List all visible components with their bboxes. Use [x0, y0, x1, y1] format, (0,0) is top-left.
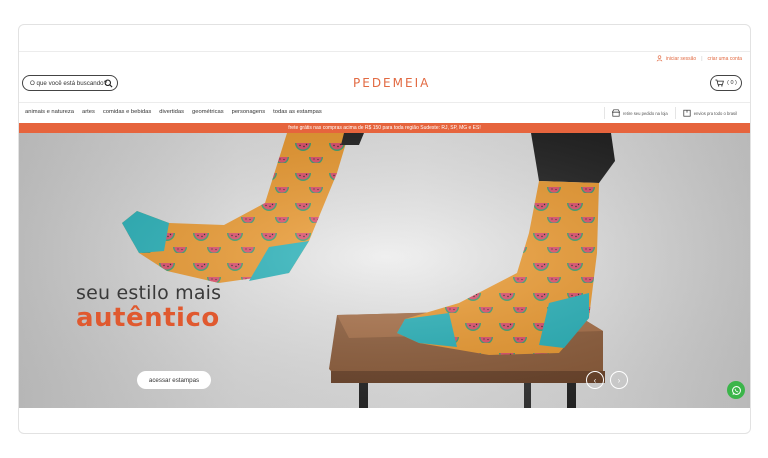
- cart-count: ( 0 ): [727, 80, 737, 86]
- nav-item-todas[interactable]: todas as estampas: [273, 109, 322, 115]
- store-pickup-label: retire seu pedido na loja: [623, 110, 668, 116]
- hero-headline-line2: autêntico: [76, 303, 220, 333]
- search-input[interactable]: O que você está buscando?: [22, 75, 118, 91]
- chevron-left-icon: ‹: [593, 375, 597, 385]
- nav-item-personagens[interactable]: personagens: [232, 109, 266, 115]
- login-link[interactable]: iniciar sessão: [666, 56, 696, 62]
- hero-headline-line1: seu estilo mais: [76, 282, 222, 304]
- nav-item-comidas[interactable]: comidas e bebidas: [103, 109, 151, 115]
- search-icon[interactable]: [104, 79, 113, 88]
- user-icon: [656, 55, 663, 62]
- carousel-prev-button[interactable]: ‹: [586, 371, 604, 389]
- chevron-right-icon: ›: [617, 375, 621, 385]
- cart-icon: [715, 79, 724, 87]
- search-placeholder: O que você está buscando?: [30, 79, 108, 87]
- service-links: retire seu pedido na loja envios pra tod…: [604, 107, 744, 119]
- nav-item-artes[interactable]: artes: [82, 109, 95, 115]
- carousel-next-button[interactable]: ›: [610, 371, 628, 389]
- promo-text: frete grátis nas compras acima de R$ 150…: [288, 125, 481, 131]
- account-bar: iniciar sessão | criar uma conta: [656, 55, 742, 62]
- hero-banner: seu estilo mais autêntico acessar estamp…: [19, 133, 750, 408]
- shipping-link[interactable]: envios pra todo o brasil: [676, 109, 744, 117]
- store-icon: [612, 109, 620, 117]
- shipping-label: envios pra todo o brasil: [693, 110, 737, 116]
- nav-item-divertidas[interactable]: divertidas: [159, 109, 184, 115]
- browser-frame: iniciar sessão | criar uma conta O que v…: [18, 24, 751, 434]
- hero-socks-illustration: [19, 133, 750, 408]
- package-icon: [683, 109, 691, 117]
- brand-logo[interactable]: PEDEMEIA: [353, 76, 430, 90]
- nav-item-geometricas[interactable]: geométricas: [192, 109, 224, 115]
- account-separator: |: [701, 55, 703, 62]
- signup-link[interactable]: criar uma conta: [708, 56, 742, 62]
- store-pickup-link[interactable]: retire seu pedido na loja: [605, 109, 675, 117]
- cart-button[interactable]: ( 0 ): [710, 75, 742, 91]
- nav-item-animais[interactable]: animais e natureza: [25, 109, 74, 115]
- promo-banner: frete grátis nas compras acima de R$ 150…: [19, 123, 750, 133]
- hero-cta-button[interactable]: acessar estampas: [137, 371, 211, 389]
- whatsapp-button[interactable]: [727, 381, 745, 399]
- whatsapp-icon: [731, 385, 741, 395]
- category-nav: animais e natureza artes comidas e bebid…: [25, 109, 322, 115]
- nav-divider: [19, 102, 750, 103]
- top-divider: [19, 51, 750, 52]
